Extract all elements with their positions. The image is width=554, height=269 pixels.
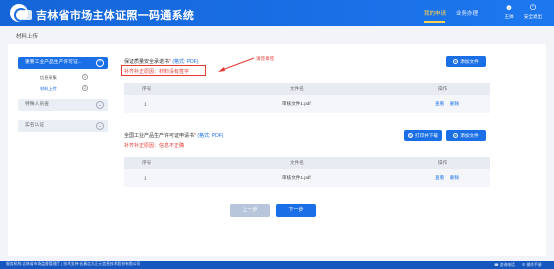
add-file-button[interactable]: + 添加文件 (446, 130, 486, 141)
manual-link[interactable]: ☰ 操作手册 (522, 262, 542, 268)
substep-number: 2 (82, 85, 88, 91)
section2-error: 补齐补正原因：信息不正确 (124, 143, 185, 149)
user-name: 王帅 (504, 14, 514, 19)
substep-material-upload[interactable]: 材料上传 (40, 86, 57, 92)
section2-file-table: 序号 文件名 操作 1 审核文件1.pdf 查看 删除 (124, 157, 490, 187)
logout-icon: ⏻ (529, 3, 537, 12)
view-link[interactable]: 查看 (435, 175, 444, 181)
chevron-down-icon: ⌄ (96, 122, 104, 130)
footer-text: 服务机构:吉林省市场监督管理厅 | 技术支持:长春吉大正元信息技术股份有限公司 (6, 262, 141, 266)
plus-icon: + (453, 59, 459, 65)
nav-business-handling[interactable]: 业务办理 (456, 9, 478, 17)
site-title: 吉林省市场主体证照一码通系统 (36, 10, 195, 22)
page-title: 材料上传 (16, 34, 39, 40)
print-icon: ↻ (408, 133, 413, 139)
logo-mark-icon (22, 10, 32, 20)
delete-link[interactable]: 删除 (450, 101, 459, 107)
print-download-button[interactable]: ↻ 打印并下载 (404, 130, 442, 141)
chevron-down-icon: ⌄ (96, 101, 104, 109)
logout-label: 安全退出 (524, 14, 542, 19)
step-real-name-auth[interactable]: 实名认证 ⌄ (18, 120, 108, 132)
table-row: 1 审核文件1.pdf 查看 删除 (124, 95, 490, 113)
plus-icon: + (453, 133, 459, 139)
user-menu[interactable]: ☻ 王帅 (497, 3, 521, 25)
top-header: 吉林省市场主体证照一码通系统 我的申请 业务办理 ☻ 王帅 ⏻ 安全退出 (0, 0, 554, 26)
section2-label: 全国工业产品生产许可证申请书* (格式: PDF) (124, 133, 224, 139)
add-file-button[interactable]: + 添加文件 (446, 56, 486, 67)
substep-info-collection[interactable]: 信息采集 (40, 75, 57, 81)
chevron-up-icon: ⌃ (96, 59, 104, 67)
nav-my-applications[interactable]: 我的申请 (424, 9, 446, 17)
step-license-application[interactable]: 重要工业产品生产许可证... ⌃ (18, 57, 108, 69)
hotline-link[interactable]: ☎ 咨询电话 (494, 262, 515, 268)
next-step-button[interactable]: 下一步 (276, 204, 316, 217)
step-label: 实名认证 (25, 123, 45, 128)
nav-active-indicator (424, 21, 445, 23)
annotation-arrow (218, 57, 255, 72)
table-header: 序号 文件名 操作 (124, 83, 490, 95)
view-link[interactable]: 查看 (435, 101, 444, 107)
user-icon: ☻ (504, 3, 514, 12)
table-header: 序号 文件名 操作 (124, 157, 490, 169)
step-label: 特殊人员查 (25, 102, 49, 107)
main-card (8, 44, 546, 256)
table-row: 1 审核文件1.pdf 查看 删除 (124, 169, 490, 187)
delete-link[interactable]: 删除 (450, 175, 459, 181)
section1-error: 补齐补正原因：材料没有签字 (124, 69, 190, 75)
step-label: 重要工业产品生产许可证... (25, 60, 82, 65)
section1-label: 保证质量安全承诺书* (格式: PDF) (124, 59, 199, 65)
substep-number: 1 (82, 74, 88, 80)
step-special-personnel[interactable]: 特殊人员查 ⌄ (18, 99, 108, 111)
footer: 服务机构:吉林省市场监督管理厅 | 技术支持:长春吉大正元信息技术股份有限公司 … (0, 261, 554, 269)
logout-button[interactable]: ⏻ 安全退出 (521, 3, 545, 25)
prev-step-button[interactable]: 上一步 (230, 204, 270, 217)
section1-file-table: 序号 文件名 操作 1 审核文件1.pdf 查看 删除 (124, 83, 490, 113)
